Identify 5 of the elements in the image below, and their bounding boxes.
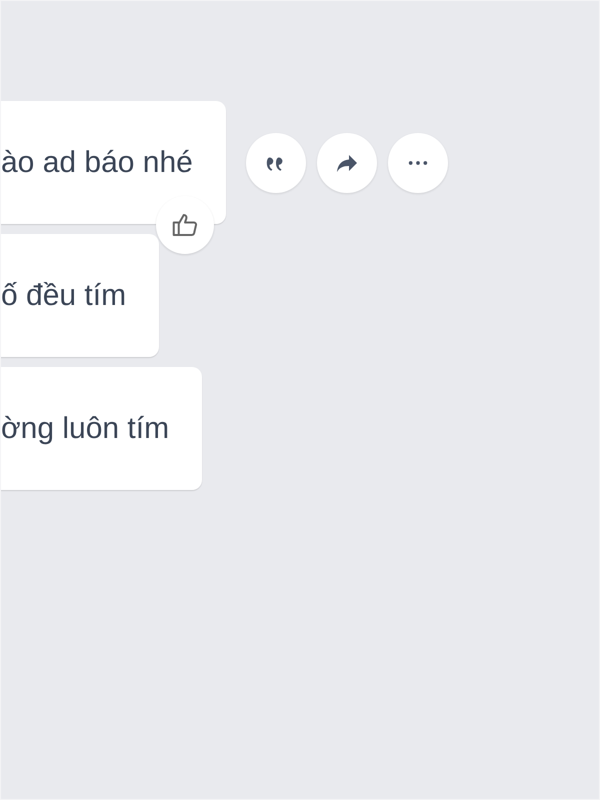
more-icon bbox=[406, 160, 429, 166]
reaction-badge[interactable] bbox=[156, 196, 214, 254]
message-text: ào ad báo nhé bbox=[1, 146, 193, 180]
message-text: ờng luôn tím bbox=[1, 412, 170, 446]
message-text: ố đều tím bbox=[1, 278, 126, 312]
